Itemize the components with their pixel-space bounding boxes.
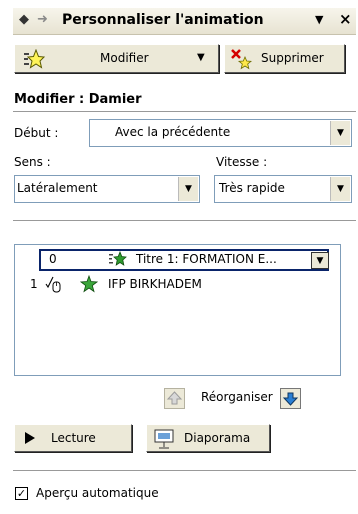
modify-label: Modifier [100, 51, 149, 65]
speed-select[interactable]: Très rapide ▼ [214, 175, 352, 203]
speed-label: Vitesse : [216, 155, 268, 169]
animation-list[interactable]: 0 Titre 1: FORMATION E... ▼ 1 IFP BIRKHA… [14, 244, 341, 376]
task-pane-titlebar: ◆ ➜ Personnaliser l'animation ▼ × [13, 8, 356, 35]
star-effect-icon [24, 49, 45, 69]
play-label: Lecture [51, 431, 96, 445]
start-value: Avec la précédente [115, 125, 231, 139]
chevron-down-icon[interactable]: ▼ [330, 177, 350, 201]
pane-title: Personnaliser l'animation [62, 12, 264, 28]
animation-name: IFP BIRKHADEM [108, 277, 202, 291]
custom-animation-pane: ◆ ➜ Personnaliser l'animation ▼ × Modifi… [0, 0, 358, 514]
effect-star-icon [80, 275, 98, 293]
slideshow-button[interactable]: Diaporama [146, 424, 270, 452]
entrance-effect-icon [109, 251, 127, 266]
direction-value: Latéralement [17, 181, 98, 195]
modify-effect-title: Modifier : Damier [14, 92, 142, 107]
animation-name: Titre 1: FORMATION E... [136, 252, 277, 266]
chevron-down-icon: ▼ [197, 52, 205, 63]
move-down-button[interactable] [280, 388, 301, 409]
autopreview-checkbox[interactable]: ✓ [15, 487, 28, 500]
play-icon [25, 432, 35, 444]
checkmark-icon: ✓ [16, 487, 27, 500]
start-label: Début : [14, 126, 59, 140]
divider [13, 220, 356, 221]
slideshow-label: Diaporama [184, 431, 251, 445]
move-up-button[interactable] [164, 388, 185, 409]
delete-effect-button[interactable]: Supprimer [224, 44, 345, 73]
back-arrow-icon[interactable]: ◆ [19, 12, 29, 27]
direction-label: Sens : [14, 155, 51, 169]
play-button[interactable]: Lecture [14, 424, 132, 452]
autopreview-label[interactable]: Aperçu automatique [36, 486, 159, 500]
arrow-down-icon [282, 392, 299, 406]
animation-order: 1 [30, 277, 38, 291]
slideshow-icon [154, 429, 174, 449]
pane-menu-icon[interactable]: ▼ [315, 13, 323, 26]
reorder-label: Réorganiser [201, 390, 273, 404]
chevron-down-icon[interactable]: ▼ [311, 252, 329, 269]
divider [13, 470, 356, 471]
start-select[interactable]: Avec la précédente ▼ [89, 119, 352, 147]
direction-select[interactable]: Latéralement ▼ [14, 175, 200, 203]
forward-arrow-icon[interactable]: ➜ [37, 12, 48, 27]
animation-order: 0 [49, 252, 57, 266]
close-icon[interactable]: × [339, 10, 352, 28]
chevron-down-icon[interactable]: ▼ [330, 121, 350, 145]
delete-star-icon [231, 49, 252, 70]
speed-value: Très rapide [219, 181, 285, 195]
arrow-up-icon [166, 391, 183, 405]
modify-effect-button[interactable]: Modifier ▼ [14, 44, 219, 73]
divider [13, 111, 356, 112]
on-click-trigger-icon [45, 276, 61, 293]
delete-label: Supprimer [261, 51, 324, 65]
chevron-down-icon[interactable]: ▼ [178, 177, 198, 201]
